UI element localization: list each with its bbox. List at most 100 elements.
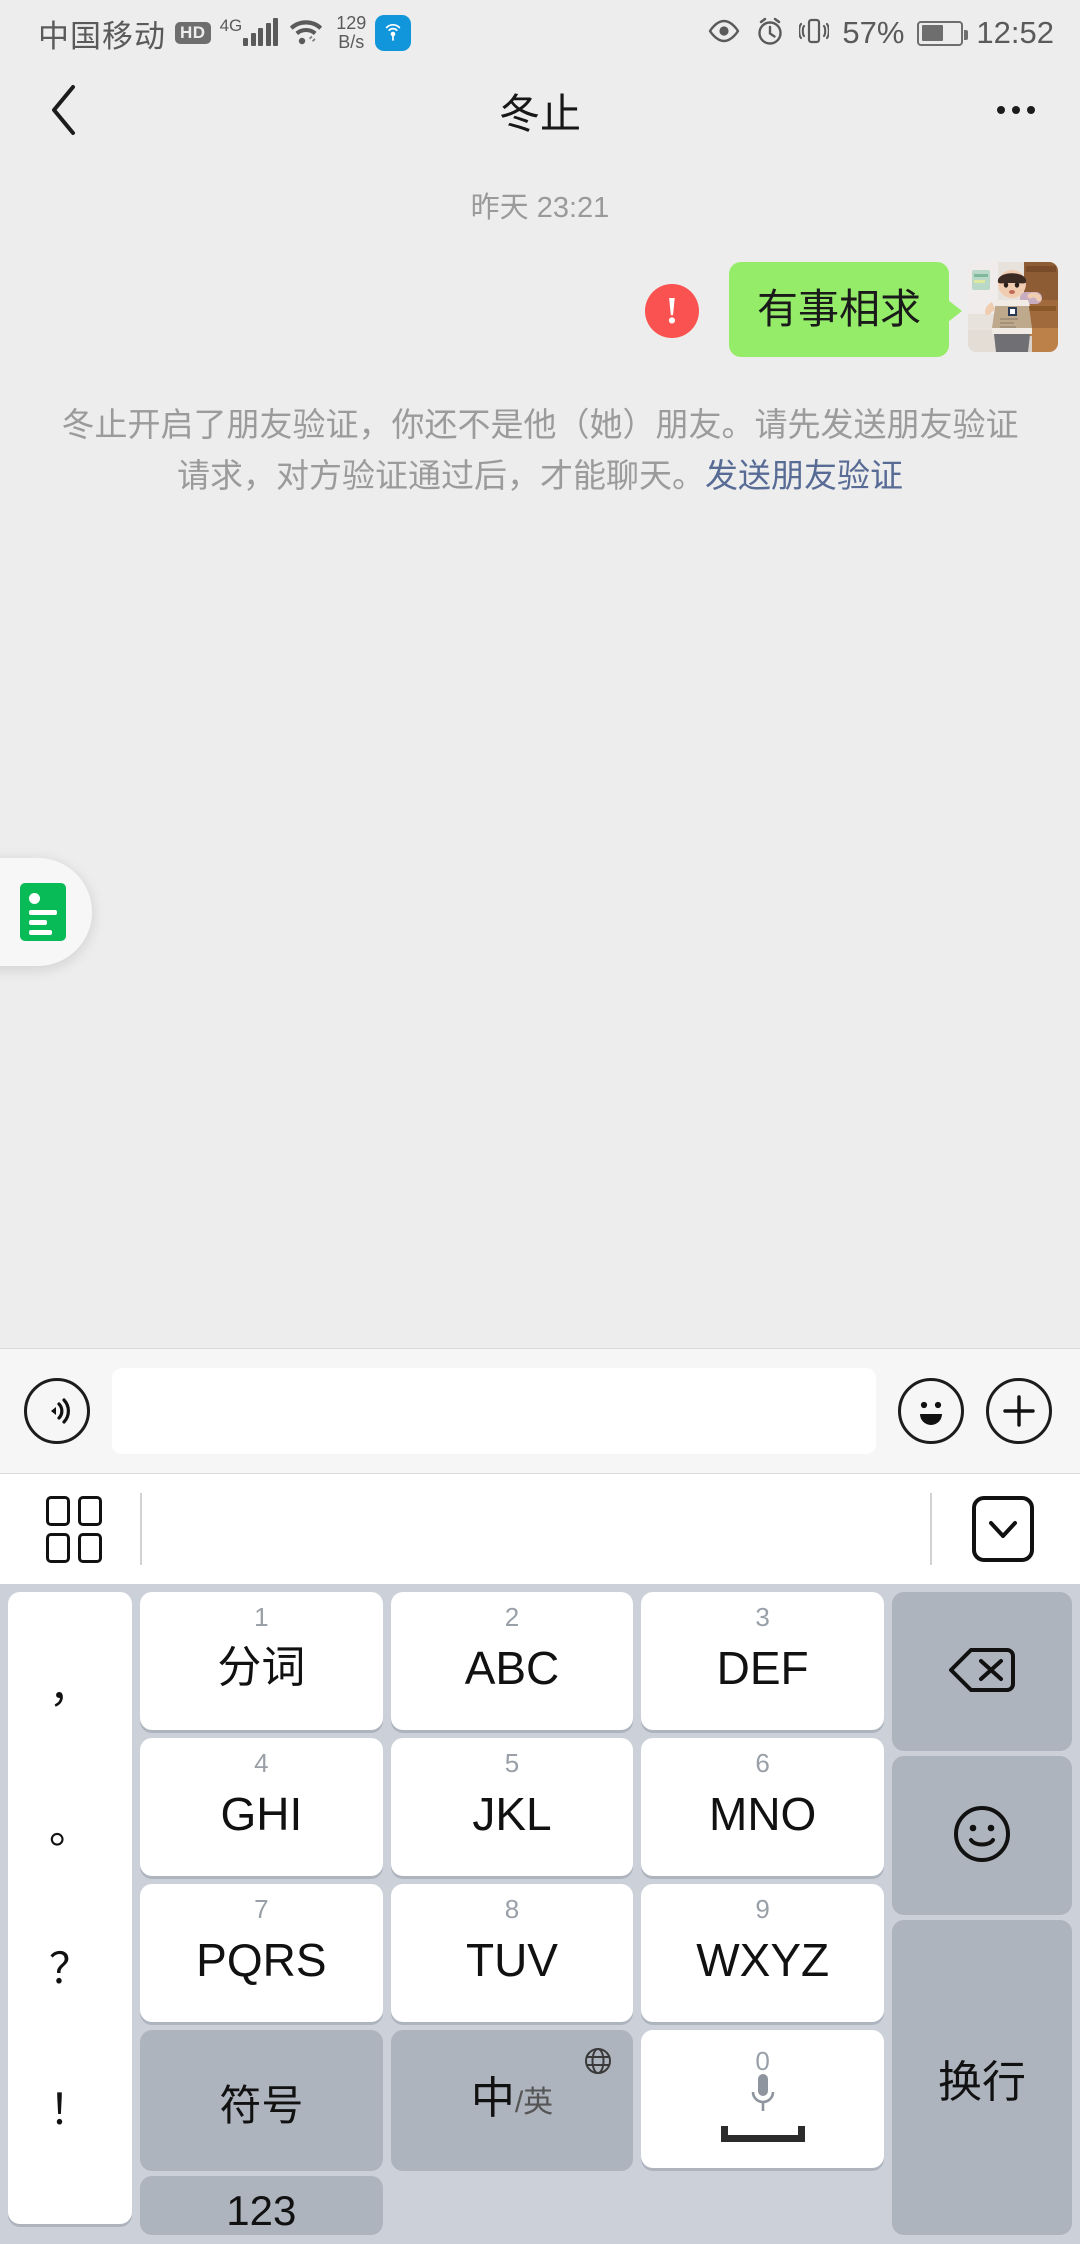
key-4[interactable]: 4 GHI xyxy=(140,1738,383,1876)
key-label: GHI xyxy=(220,1788,303,1840)
hide-keyboard-chevron-down-icon xyxy=(989,1521,1017,1538)
hotspot-icon xyxy=(375,15,412,51)
card-line xyxy=(29,910,57,915)
globe-icon xyxy=(583,2046,613,2081)
space-key[interactable]: 0 xyxy=(641,2030,884,2168)
message-bubble[interactable]: 有事相求 xyxy=(729,262,962,358)
grid-cell xyxy=(46,1495,70,1526)
lang-zh: 中 xyxy=(470,2074,515,2123)
emoji-face-icon xyxy=(954,1806,1010,1862)
carrier-name: 中国移动 xyxy=(38,18,166,54)
key-number: 0 xyxy=(755,2046,770,2076)
key-number: 7 xyxy=(254,1894,269,1924)
key-label: ABC xyxy=(464,1642,560,1694)
number-mode-key[interactable]: 123 xyxy=(140,2176,383,2232)
emoji-smiley-icon xyxy=(920,1401,942,1425)
wifi-icon xyxy=(287,15,325,52)
network-type-label: 4G xyxy=(219,16,243,35)
eye-comfort-icon xyxy=(707,18,741,49)
more-dot xyxy=(1012,106,1020,114)
toolbar-divider-right xyxy=(930,1493,932,1565)
hide-keyboard-button[interactable] xyxy=(972,1496,1034,1562)
grid-cell xyxy=(46,1532,70,1563)
more-options-button[interactable] xyxy=(986,80,1046,140)
backspace-delete-icon xyxy=(949,1648,1015,1692)
battery-percentage: 57% xyxy=(842,15,905,50)
friend-verification-notice: 冬止开启了朋友验证，你还不是他（她）朋友。请先发送朋友验证请求，对方验证通过后，… xyxy=(0,357,1080,501)
floating-contact-card-widget[interactable] xyxy=(0,858,92,966)
grid-cell xyxy=(77,1495,102,1526)
keyboard-emoji-key[interactable] xyxy=(892,1756,1072,1912)
card-avatar-dot xyxy=(29,893,40,904)
symbol-key[interactable]: 符号 xyxy=(140,2030,383,2168)
key-label: PQRS xyxy=(196,1934,327,1986)
keyboard-right-column: 换行 xyxy=(892,1592,1072,2232)
space-bar-glyph xyxy=(720,2126,805,2142)
key-1[interactable]: 1 分词 xyxy=(140,1592,383,1730)
punctuation-key[interactable]: ， 。 ？ ！ xyxy=(8,1592,132,2224)
key-3[interactable]: 3 DEF xyxy=(641,1592,884,1730)
punct-question: ？ xyxy=(48,1944,91,1994)
key-number: 5 xyxy=(504,1748,520,1778)
chat-message-list[interactable]: 昨天 23:21 ! 有事相求 冬止开启了朋友验证，你还不是他（她）朋友。请先发… xyxy=(0,154,1080,1348)
send-friend-verification-link[interactable]: 发送朋友验证 xyxy=(705,457,903,494)
chat-input-bar xyxy=(0,1348,1080,1474)
avatar[interactable] xyxy=(968,262,1058,352)
key-7[interactable]: 7 PQRS xyxy=(140,1884,383,2022)
key-label: 123 xyxy=(226,2187,297,2234)
punct-comma: ， xyxy=(48,1663,91,1713)
language-switch-key[interactable]: 中 / 英 xyxy=(390,2030,634,2168)
network-speed-unit: B/s xyxy=(338,32,365,52)
punct-exclaim: ！ xyxy=(48,2084,91,2134)
card-line xyxy=(29,930,52,935)
key-number: 6 xyxy=(755,1748,770,1778)
card-line xyxy=(29,920,47,925)
hd-voice-badge: HD xyxy=(175,22,211,44)
key-label: DEF xyxy=(716,1642,809,1694)
status-bar-clock: 12:52 xyxy=(976,15,1054,50)
punct-period: 。 xyxy=(48,1803,91,1853)
more-functions-plus-icon xyxy=(1003,1395,1035,1427)
key-number: 3 xyxy=(755,1602,770,1632)
more-dot xyxy=(997,106,1005,114)
phone-screen: 中国移动 HD 4G 129 B/s 57% 12:52 冬止 昨天 23:21… xyxy=(0,0,1080,2244)
status-bar-left: 中国移动 HD 4G 129 B/s xyxy=(38,11,412,56)
chevron-left-icon xyxy=(52,85,75,135)
contact-card-icon xyxy=(20,883,66,941)
lang-slash: / xyxy=(514,2086,524,2119)
voice-input-button[interactable] xyxy=(24,1378,90,1444)
battery-icon xyxy=(917,20,969,46)
more-dot xyxy=(1027,106,1035,114)
microphone-icon xyxy=(751,2074,774,2111)
message-input[interactable] xyxy=(112,1368,876,1454)
backspace-key[interactable] xyxy=(892,1592,1072,1748)
language-key-label: 中 / 英 xyxy=(471,2077,553,2121)
page-title: 冬止 xyxy=(499,91,581,137)
enter-newline-key[interactable]: 换行 xyxy=(892,1920,1072,2232)
more-functions-button[interactable] xyxy=(986,1378,1052,1444)
key-label: 换行 xyxy=(938,2058,1026,2107)
network-type-indicator: 4G xyxy=(220,16,279,50)
keyboard-panel-grid-icon[interactable] xyxy=(46,1495,102,1563)
key-label: TUV xyxy=(465,1934,558,1986)
key-5[interactable]: 5 JKL xyxy=(390,1738,634,1876)
toolbar-divider-left xyxy=(140,1493,142,1565)
message-timestamp: 昨天 23:21 xyxy=(470,192,610,224)
key-label: MNO xyxy=(709,1788,817,1840)
lang-en: 英 xyxy=(523,2086,554,2119)
space-key-content xyxy=(720,2070,805,2142)
chat-nav-bar: 冬止 xyxy=(0,66,1080,154)
key-2[interactable]: 2 ABC xyxy=(390,1592,634,1730)
keyboard-main-grid: 1 分词 2 ABC 3 DEF 4 GHI 5 JKL 6 MNO 7 PQR… xyxy=(140,1592,884,2232)
send-failed-icon[interactable]: ! xyxy=(645,284,699,338)
key-label: WXYZ xyxy=(696,1934,830,1986)
key-6[interactable]: 6 MNO xyxy=(641,1738,884,1876)
key-8[interactable]: 8 TUV xyxy=(390,1884,634,2022)
emoji-button[interactable] xyxy=(898,1378,964,1444)
keyboard-toolbar xyxy=(0,1474,1080,1584)
key-9[interactable]: 9 WXYZ xyxy=(641,1884,884,2022)
key-number: 1 xyxy=(254,1602,269,1632)
key-number: 4 xyxy=(254,1748,269,1778)
status-bar-right: 57% 12:52 xyxy=(707,15,1054,52)
back-button[interactable] xyxy=(34,80,94,140)
